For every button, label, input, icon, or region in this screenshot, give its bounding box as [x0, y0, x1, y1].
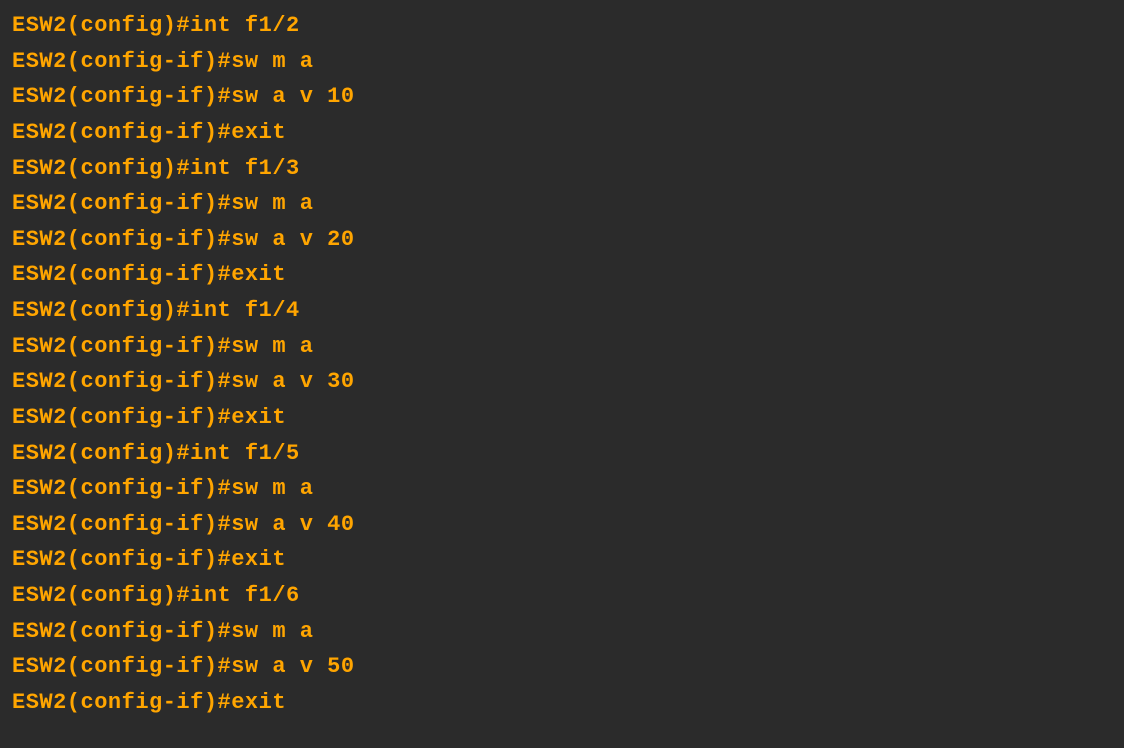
terminal-line: ESW2(config-if)#sw m a [12, 329, 1112, 365]
terminal-line: ESW2(config-if)#sw a v 40 [12, 507, 1112, 543]
terminal-line: ESW2(config-if)#sw m a [12, 471, 1112, 507]
terminal-line: ESW2(config-if)#exit [12, 542, 1112, 578]
terminal-line: ESW2(config-if)#sw m a [12, 44, 1112, 80]
terminal-line: ESW2(config-if)#sw m a [12, 186, 1112, 222]
terminal-line: ESW2(config-if)#sw a v 50 [12, 649, 1112, 685]
terminal-line: ESW2(config)#int f1/6 [12, 578, 1112, 614]
terminal-line: ESW2(config-if)#sw a v 30 [12, 364, 1112, 400]
terminal-line: ESW2(config)#int f1/5 [12, 436, 1112, 472]
terminal-line: ESW2(config)#int f1/2 [12, 8, 1112, 44]
terminal-line: ESW2(config)#int f1/3 [12, 151, 1112, 187]
terminal-line: ESW2(config-if)#sw a v 10 [12, 79, 1112, 115]
terminal-line: ESW2(config-if)#exit [12, 257, 1112, 293]
terminal-output[interactable]: ESW2(config)#int f1/2 ESW2(config-if)#sw… [12, 8, 1112, 721]
terminal-line: ESW2(config-if)#exit [12, 400, 1112, 436]
terminal-line: ESW2(config)#int f1/4 [12, 293, 1112, 329]
terminal-line: ESW2(config-if)#exit [12, 115, 1112, 151]
terminal-line: ESW2(config-if)#sw a v 20 [12, 222, 1112, 258]
terminal-line: ESW2(config-if)#sw m a [12, 614, 1112, 650]
terminal-line: ESW2(config-if)#exit [12, 685, 1112, 721]
